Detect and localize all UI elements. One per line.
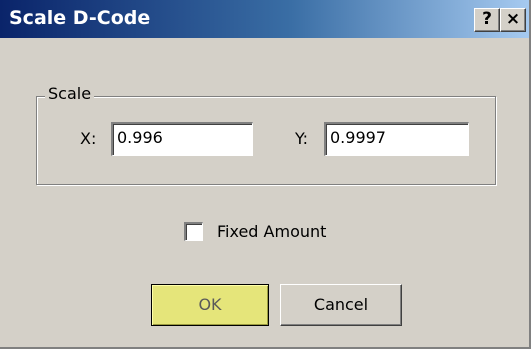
close-button[interactable]: × bbox=[500, 8, 526, 32]
help-button[interactable]: ? bbox=[474, 8, 500, 32]
ok-button[interactable]: OK bbox=[151, 284, 269, 326]
fixed-amount-label[interactable]: Fixed Amount bbox=[217, 221, 326, 243]
y-label: Y: bbox=[295, 129, 309, 148]
cancel-button[interactable]: Cancel bbox=[280, 284, 402, 326]
help-icon: ? bbox=[482, 9, 492, 29]
window-title: Scale D-Code bbox=[9, 7, 151, 29]
fixed-amount-checkbox[interactable] bbox=[184, 222, 203, 241]
x-scale-input[interactable]: 0.996 bbox=[111, 122, 253, 156]
scale-group-label: Scale bbox=[45, 83, 95, 105]
title-bar[interactable]: Scale D-Code ? × bbox=[0, 0, 529, 38]
x-label: X: bbox=[80, 129, 97, 148]
close-icon: × bbox=[505, 9, 521, 29]
scale-dcode-dialog: Scale D-Code ? × Scale X: 0.996 Y: 0.999… bbox=[0, 0, 531, 349]
y-scale-input[interactable]: 0.9997 bbox=[324, 122, 469, 156]
